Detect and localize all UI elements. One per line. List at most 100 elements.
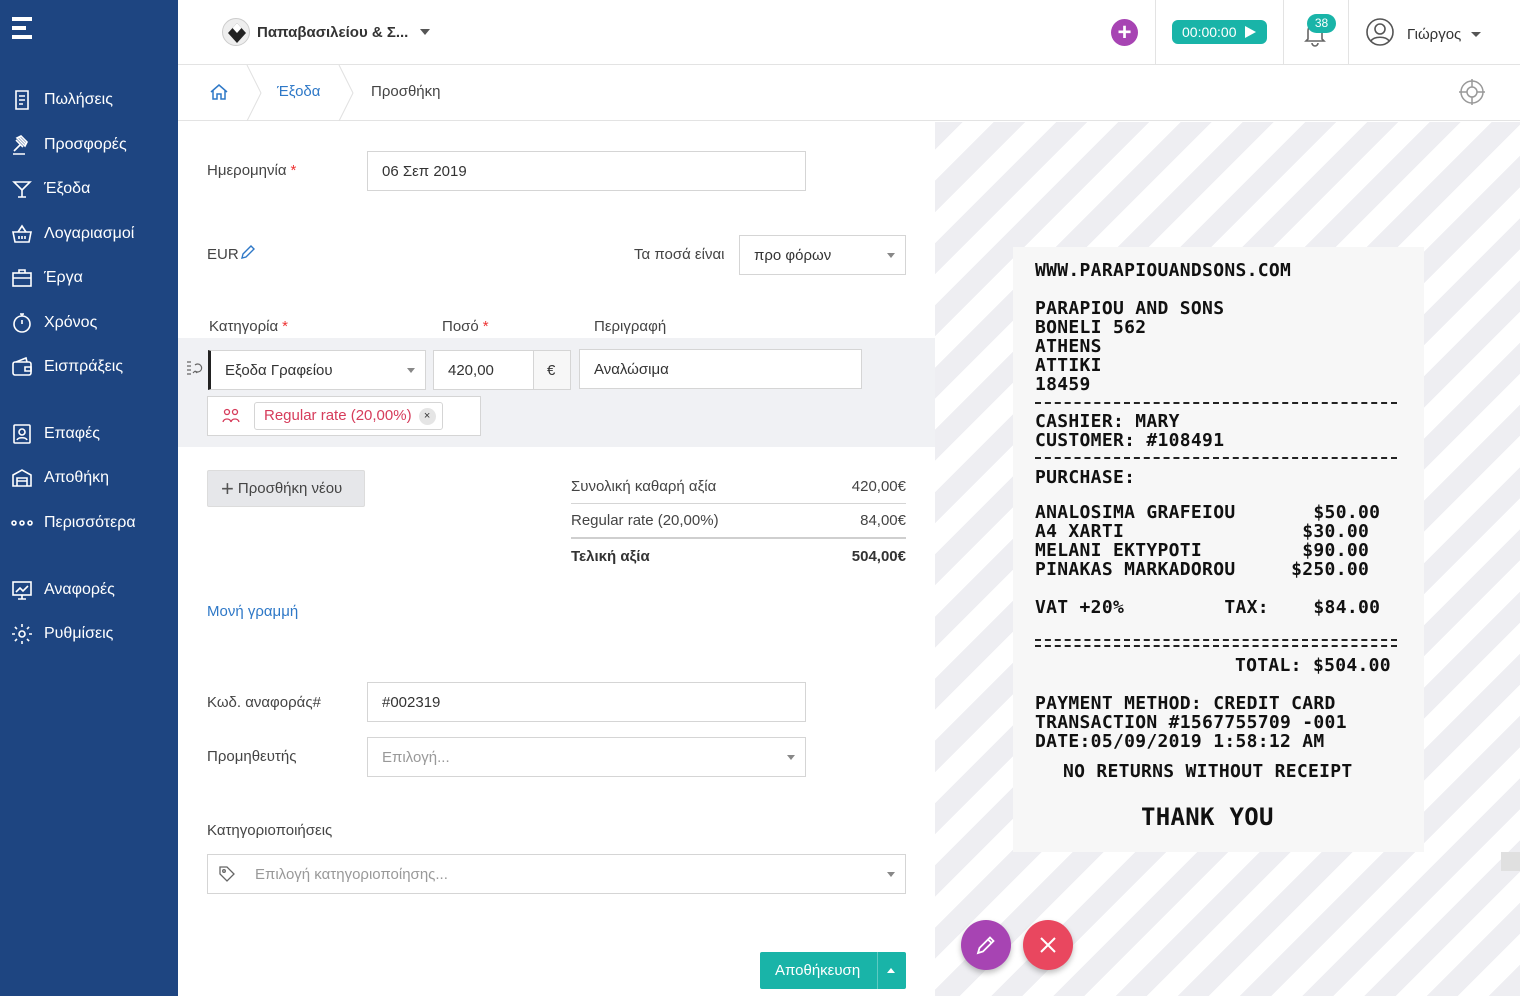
receipt-line: ANALOSIMA GRAFEIOU $50.00 (1035, 502, 1381, 523)
currency-label: EUR (207, 246, 239, 263)
receipt-line: PINAKAS MARKADOROU $250.00 (1035, 559, 1370, 580)
gear-icon (9, 621, 35, 647)
sidebar-item-label: Αναφορές (44, 581, 115, 598)
save-button[interactable]: Αποθήκευση (760, 952, 906, 989)
company-logo (222, 18, 250, 46)
user-name: Γιώργος (1407, 26, 1462, 43)
sidebar-item-label: Έξοδα (44, 180, 91, 197)
sidebar-item-projects[interactable]: Έργα (0, 258, 178, 298)
receipt-line: WWW.PARAPIOUANDSONS.COM (1035, 260, 1292, 281)
sidebar-item-label: Ρυθμίσεις (44, 625, 114, 642)
pencil-icon[interactable] (240, 244, 256, 265)
sidebar: Πωλήσεις Προσφορές Έξοδα Λογαριασμοί Έργ… (0, 0, 178, 996)
crosshair-icon[interactable] (1457, 77, 1487, 107)
summary-total: Τελική αξία 504,00€ (571, 548, 906, 565)
amounts-type-select[interactable]: προ φόρων (739, 235, 906, 275)
user-avatar-icon (1365, 17, 1395, 52)
play-icon (1244, 26, 1256, 38)
remove-tag-button[interactable]: × (418, 408, 436, 425)
sidebar-item-label: Χρόνος (44, 314, 98, 331)
description-field[interactable]: Αναλώσιμα (579, 349, 862, 389)
receipt-line: ATHENS (1035, 336, 1102, 357)
tax-selector[interactable]: Regular rate (20,00%) × (207, 396, 481, 436)
sidebar-item-label: Περισσότερα (44, 514, 136, 531)
close-preview-button[interactable] (1023, 920, 1073, 970)
receipt-divider (1035, 457, 1397, 459)
receipt-line: DATE:05/09/2019 1:58:12 AM (1035, 731, 1325, 752)
chevron-down-icon (787, 755, 795, 760)
divider (1283, 0, 1284, 64)
invoice-icon (9, 87, 35, 113)
receipt-line: ATTIKI (1035, 355, 1102, 376)
sidebar-item-label: Προσφορές (44, 136, 127, 153)
company-switcher[interactable]: Παπαβασιλείου & Σ... (222, 18, 431, 46)
add-line-button[interactable]: + Προσθήκη νέου (207, 470, 365, 507)
briefcase-icon (9, 265, 35, 291)
classifications-select[interactable]: Επιλογή κατηγοριοποίησης... (207, 854, 906, 894)
sidebar-item-more[interactable]: Περισσότερα (0, 503, 178, 543)
receipt-line: PARAPIOU AND SONS (1035, 298, 1225, 319)
more-dots-icon (9, 510, 35, 536)
sidebar-item-receipts[interactable]: Εισπράξεις (0, 347, 178, 387)
amounts-type-label: Τα ποσά είναι (634, 246, 725, 263)
warehouse-icon (9, 465, 35, 491)
column-header-amount: Ποσό * (442, 318, 489, 335)
sidebar-item-warehouse[interactable]: Αποθήκη (0, 458, 178, 498)
breadcrumb-expenses[interactable]: Έξοδα (277, 83, 320, 100)
sidebar-item-label: Λογαριασμοί (44, 225, 135, 242)
drag-handle-icon[interactable] (185, 359, 203, 382)
receipt-line: BONELI 562 (1035, 317, 1147, 338)
sidebar-item-label: Έργα (44, 269, 83, 286)
sidebar-item-bills[interactable]: Λογαριασμοί (0, 214, 178, 254)
sidebar-item-sales[interactable]: Πωλήσεις (0, 80, 178, 120)
receipt-line: 18459 (1035, 374, 1091, 395)
category-select[interactable]: Εξοδα Γραφείου (208, 350, 426, 390)
reference-field[interactable]: #002319 (367, 682, 806, 722)
receipt-line: NO RETURNS WITHOUT RECEIPT (1063, 761, 1353, 782)
receipt-line: CUSTOMER: #108491 (1035, 430, 1225, 451)
tag-icon (218, 865, 236, 887)
divider (1155, 0, 1156, 64)
home-icon[interactable] (208, 81, 230, 103)
chevron-down-icon (887, 872, 895, 877)
edit-button[interactable] (961, 920, 1011, 970)
app-logo[interactable] (12, 17, 34, 43)
contact-icon (9, 421, 35, 447)
sidebar-item-reports[interactable]: Αναφορές (0, 570, 178, 610)
amount-field[interactable]: 420,00 (433, 350, 534, 390)
sidebar-item-settings[interactable]: Ρυθμίσεις (0, 614, 178, 654)
classifications-label: Κατηγοριοποιήσεις (207, 822, 333, 839)
scrollbar-handle[interactable] (1501, 852, 1520, 871)
receipt-line: PURCHASE: (1035, 467, 1136, 488)
user-menu[interactable]: Γιώργος (1365, 17, 1482, 52)
receipt-line: A4 XARTI $30.00 (1035, 521, 1370, 542)
timer-value: 00:00:00 (1182, 24, 1237, 40)
sidebar-item-label: Πωλήσεις (44, 91, 113, 108)
breadcrumb-current: Προσθήκη (371, 83, 441, 100)
receipt-line: TRANSACTION #1567755709 -001 (1035, 712, 1347, 733)
breadcrumb: Έξοδα Προσθήκη (178, 65, 1520, 121)
receipt-image: WWW.PARAPIOUANDSONS.COM PARAPIOU AND SON… (1013, 247, 1424, 852)
chevron-up-icon[interactable] (887, 968, 895, 973)
supplier-select[interactable]: Επιλογή... (367, 737, 806, 777)
divider (1348, 0, 1349, 64)
receipt-line: THANK YOU (1141, 803, 1274, 831)
sidebar-item-contacts[interactable]: Επαφές (0, 414, 178, 454)
stopwatch-icon (9, 310, 35, 336)
chevron-down-icon (420, 29, 431, 35)
sidebar-item-expenses[interactable]: Έξοδα (0, 169, 178, 209)
timer-button[interactable]: 00:00:00 (1172, 20, 1267, 44)
sidebar-item-time[interactable]: Χρόνος (0, 303, 178, 343)
breadcrumb-separator (338, 65, 354, 121)
date-field[interactable]: 06 Σεπ 2019 (367, 151, 806, 191)
sidebar-item-offers[interactable]: Προσφορές (0, 125, 178, 165)
wallet-icon (9, 354, 35, 380)
quick-add-button[interactable]: + (1111, 19, 1138, 46)
chevron-down-icon (407, 368, 415, 373)
receipt-line: TOTAL: $504.00 (1235, 655, 1391, 676)
single-line-link[interactable]: Μονή γραμμή (207, 603, 298, 620)
receipt-divider (1035, 402, 1397, 404)
reference-label: Κωδ. αναφοράς# (207, 694, 321, 711)
receipt-divider (1035, 639, 1397, 641)
company-name: Παπαβασιλείου & Σ... (257, 23, 409, 41)
